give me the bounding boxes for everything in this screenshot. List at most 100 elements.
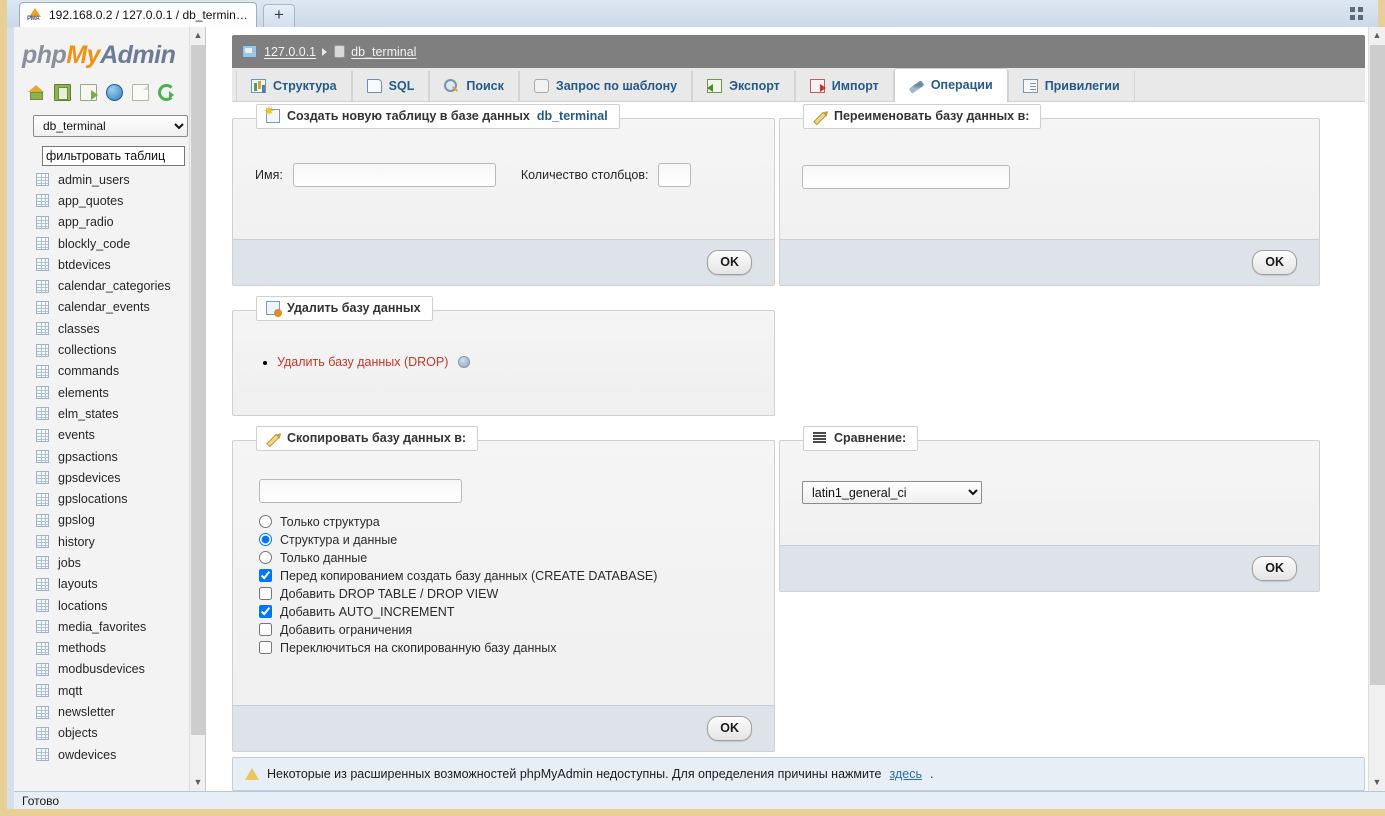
copy-option-radio[interactable]	[259, 515, 272, 528]
collation-ok-button[interactable]: OK	[1252, 556, 1297, 581]
tab-structure[interactable]: Структура	[236, 71, 352, 101]
main-scrollbar[interactable]: ▲ ▼	[1368, 27, 1385, 791]
phpmyadmin-logo[interactable]: phpMyAdmin	[22, 41, 205, 70]
new-tab-button[interactable]: +	[263, 4, 295, 27]
table-list-item[interactable]: layouts	[36, 574, 205, 595]
copy-option-radio[interactable]	[259, 533, 272, 546]
table-list-item[interactable]: newsletter	[36, 701, 205, 722]
home-icon[interactable]	[28, 84, 45, 101]
table-list-item[interactable]: jobs	[36, 552, 205, 573]
docs-globe-icon[interactable]	[106, 84, 123, 101]
table-list-item[interactable]: mqtt	[36, 680, 205, 701]
table-list-item[interactable]: calendar_categories	[36, 275, 205, 296]
copy-option-radio[interactable]	[259, 551, 272, 564]
breadcrumb-database[interactable]: db_terminal	[351, 45, 416, 59]
table-list-item[interactable]: modbusdevices	[36, 659, 205, 680]
table-icon	[36, 450, 49, 463]
database-select[interactable]: db_terminal	[33, 115, 188, 137]
create-table-ok-button[interactable]: OK	[707, 250, 752, 275]
table-list-item[interactable]: btdevices	[36, 254, 205, 275]
table-list-item[interactable]: app_radio	[36, 212, 205, 233]
table-icon	[36, 322, 49, 336]
table-list-item-label: classes	[58, 321, 100, 336]
browser-tab[interactable]: PMA 192.168.0.2 / 127.0.0.1 / db_termina…	[19, 2, 257, 27]
table-list-item[interactable]: admin_users	[36, 169, 205, 190]
table-list-item[interactable]: gpsactions	[36, 446, 205, 467]
tab-sql[interactable]: SQL	[351, 71, 430, 101]
main-scroll-up-icon[interactable]: ▲	[1369, 27, 1385, 44]
reload-icon[interactable]	[158, 84, 175, 101]
create-table-columns-input[interactable]	[658, 163, 692, 187]
logout-icon[interactable]	[54, 84, 71, 101]
create-table-name-input[interactable]	[292, 163, 496, 187]
table-list-item[interactable]: app_quotes	[36, 190, 205, 211]
table-list-item[interactable]: objects	[36, 723, 205, 744]
rename-database-ok-button[interactable]: OK	[1252, 250, 1297, 275]
table-list-item[interactable]: events	[36, 425, 205, 446]
panel-collation-footer: OK	[780, 545, 1319, 591]
table-list-item[interactable]: gpslog	[36, 510, 205, 531]
table-filter-input[interactable]	[42, 146, 185, 166]
copy-option-checkbox[interactable]	[259, 587, 272, 600]
table-icon	[36, 237, 49, 251]
nav-scrollbar-thumb[interactable]	[191, 45, 205, 735]
tab-search[interactable]: Поиск	[429, 71, 519, 101]
tab-operations[interactable]: Операции	[893, 68, 1008, 102]
copy-option-row[interactable]: Только структура	[259, 513, 756, 530]
nav-scroll-up-icon[interactable]: ▲	[190, 27, 205, 44]
copy-option-row[interactable]: Только данные	[259, 549, 756, 566]
copy-database-ok-button[interactable]: OK	[707, 716, 752, 741]
browser-tab-title: 192.168.0.2 / 127.0.0.1 / db_terminal | …	[49, 8, 249, 22]
nav-scroll-down-icon[interactable]: ▼	[190, 774, 205, 791]
copy-option-checkbox[interactable]	[259, 623, 272, 636]
panel-rename-database-footer: OK	[780, 239, 1319, 285]
docs-page-icon[interactable]	[132, 84, 149, 101]
copy-option-row[interactable]: Структура и данные	[259, 531, 756, 548]
tab-query[interactable]: Запрос по шаблону	[518, 71, 693, 101]
panel-rename-database: Переименовать базу данных в: OK	[779, 104, 1320, 286]
table-list-item[interactable]: calendar_events	[36, 297, 205, 318]
help-icon[interactable]	[457, 356, 470, 368]
panel-create-table: Создать новую таблицу в базе данных db_t…	[232, 104, 775, 286]
table-list-item[interactable]: locations	[36, 595, 205, 616]
export-icon[interactable]	[80, 84, 98, 101]
breadcrumb-server[interactable]: 127.0.0.1	[264, 45, 316, 59]
tab-export[interactable]: Экспорт	[692, 71, 795, 101]
table-list-item[interactable]: media_favorites	[36, 616, 205, 637]
table-list-item[interactable]: collections	[36, 339, 205, 360]
drop-database-link[interactable]: Удалить базу данных (DROP)	[277, 355, 448, 369]
table-list-item-label: events	[58, 428, 95, 443]
copy-database-input[interactable]	[259, 479, 462, 503]
tab-privileges[interactable]: Привилегии	[1007, 71, 1135, 101]
copy-option-row[interactable]: Переключиться на скопированную базу данн…	[259, 639, 756, 656]
table-list-item[interactable]: classes	[36, 318, 205, 339]
table-list-item[interactable]: blockly_code	[36, 233, 205, 254]
table-list-item[interactable]: history	[36, 531, 205, 552]
copy-option-checkbox[interactable]	[259, 605, 272, 618]
copy-option-row[interactable]: Перед копированием создать базу данных (…	[259, 567, 756, 584]
rename-database-input[interactable]	[802, 165, 1010, 189]
copy-option-checkbox[interactable]	[259, 641, 272, 654]
main-scroll-down-icon[interactable]: ▼	[1369, 774, 1385, 791]
copy-option-label: Добавить AUTO_INCREMENT	[280, 604, 455, 619]
table-list-item[interactable]: commands	[36, 361, 205, 382]
table-list-item[interactable]: gpsdevices	[36, 467, 205, 488]
navigation-scrollbar[interactable]: ▲ ▼	[189, 27, 205, 791]
copy-option-checkbox[interactable]	[259, 569, 272, 582]
browser-menu-icon[interactable]	[1350, 7, 1366, 21]
collation-select[interactable]: latin1_general_ci	[802, 481, 982, 504]
table-list-item[interactable]: gpslocations	[36, 488, 205, 509]
table-list-item[interactable]: elements	[36, 382, 205, 403]
table-list-item[interactable]: owdevices	[36, 744, 205, 765]
copy-option-row[interactable]: Добавить DROP TABLE / DROP VIEW	[259, 585, 756, 602]
create-table-columns-label: Количество столбцов:	[520, 168, 649, 182]
table-list-item[interactable]: methods	[36, 638, 205, 659]
table-icon	[36, 684, 49, 698]
main-scrollbar-thumb[interactable]	[1370, 45, 1385, 685]
tab-import[interactable]: Импорт	[794, 71, 894, 101]
table-list-item[interactable]: elm_states	[36, 403, 205, 424]
table-list-item-label: calendar_events	[58, 300, 150, 315]
copy-option-row[interactable]: Добавить ограничения	[259, 621, 756, 638]
copy-option-row[interactable]: Добавить AUTO_INCREMENT	[259, 603, 756, 620]
warning-link[interactable]: здесь	[890, 767, 922, 781]
